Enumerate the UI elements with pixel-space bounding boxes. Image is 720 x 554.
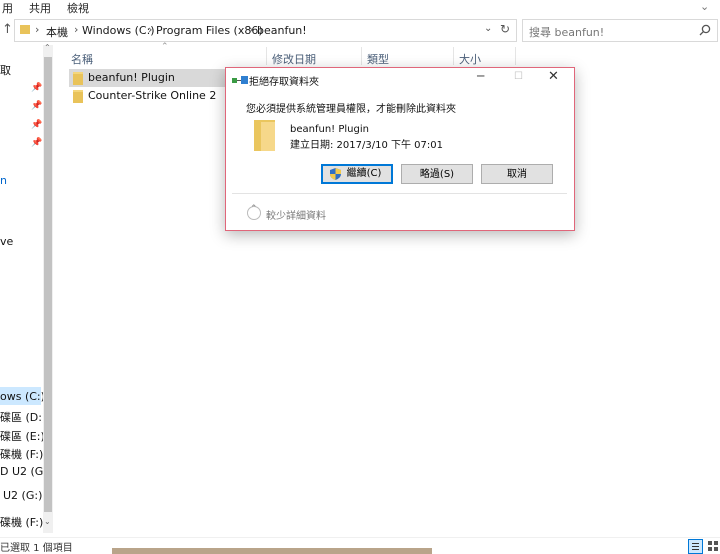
scroll-up-icon[interactable]: ⌃: [44, 43, 51, 52]
column-divider[interactable]: [453, 47, 454, 65]
file-name: Counter-Strike Online 2: [88, 89, 217, 102]
collapse-details-icon[interactable]: ⌃: [247, 204, 261, 220]
nav-item-drive-g-2[interactable]: U2 (G:): [3, 489, 42, 502]
folder-icon: [73, 72, 83, 85]
search-box[interactable]: 搜尋 beanfun!: [522, 19, 718, 42]
history-dropdown-icon[interactable]: ⌄: [484, 23, 492, 34]
breadcrumb-separator-icon: ›: [74, 23, 79, 36]
breadcrumb-separator-icon: ›: [35, 23, 40, 36]
nav-item-drive-f-2[interactable]: 碟機 (F:): [0, 514, 43, 530]
nav-item-onedrive[interactable]: ve: [0, 235, 13, 248]
breadcrumb-drive-c[interactable]: Windows (C:): [82, 24, 155, 37]
sort-ascending-icon: ⌃: [161, 42, 169, 52]
column-divider[interactable]: [515, 47, 516, 65]
ribbon-tab-view[interactable]: 檢視: [67, 0, 89, 16]
maximize-icon: ☐: [514, 71, 523, 82]
nav-item-quick-access[interactable]: 取: [0, 62, 11, 78]
address-bar[interactable]: › 本機 › Windows (C:) › Program Files (x86…: [14, 19, 517, 42]
column-divider[interactable]: [266, 47, 267, 65]
file-name: beanfun! Plugin: [88, 71, 175, 84]
uac-shield-icon: [330, 168, 341, 180]
column-header-name[interactable]: 名稱: [71, 51, 93, 67]
move-folder-icon: [232, 76, 248, 84]
dialog-divider: [232, 193, 567, 194]
close-icon[interactable]: ✕: [548, 69, 559, 84]
dialog-title: 拒絕存取資料夾: [249, 77, 319, 88]
nav-scrollbar-track[interactable]: ⌃ ⌄: [43, 43, 53, 533]
large-icons-view-icon[interactable]: [706, 539, 719, 552]
dialog-item-created: 建立日期: 2017/3/10 下午 07:01: [290, 140, 443, 151]
pin-icon[interactable]: 📌: [31, 138, 42, 148]
folder-icon: [20, 25, 30, 34]
breadcrumb-program-files[interactable]: Program Files (x86): [156, 24, 263, 37]
skip-button[interactable]: 略過(S): [401, 164, 473, 184]
ribbon-tab-file[interactable]: 用: [2, 0, 13, 16]
fewer-details-link[interactable]: 較少詳細資料: [266, 207, 326, 222]
folder-icon: [73, 90, 83, 103]
cancel-button[interactable]: 取消: [481, 164, 553, 184]
nav-item-drive-d[interactable]: 碟區 (D:): [0, 409, 46, 425]
details-view-icon[interactable]: [688, 539, 703, 554]
dialog-message: 您必須提供系統管理員權限，才能刪除此資料夾: [246, 104, 456, 115]
refresh-icon[interactable]: ↻: [500, 22, 510, 36]
nav-scrollbar-thumb[interactable]: [44, 57, 52, 512]
continue-button[interactable]: 繼續(C): [321, 164, 393, 184]
column-header-date[interactable]: 修改日期: [272, 51, 316, 67]
scroll-down-icon[interactable]: ⌄: [44, 517, 51, 526]
background-strip: [112, 548, 432, 554]
ribbon-collapse-icon[interactable]: ⌄: [700, 0, 709, 13]
column-header-type[interactable]: 類型: [367, 51, 389, 67]
dialog-item-name: beanfun! Plugin: [290, 124, 369, 135]
folder-icon: [254, 120, 275, 151]
skip-label: 略過(S): [419, 169, 455, 180]
column-header-size[interactable]: 大小: [459, 51, 481, 67]
pin-icon[interactable]: 📌: [31, 120, 42, 130]
nav-item-onedrive-fragment[interactable]: n: [0, 174, 7, 187]
minimize-icon[interactable]: ─: [477, 69, 484, 83]
pin-icon[interactable]: 📌: [31, 83, 42, 93]
cancel-label: 取消: [507, 169, 527, 180]
nav-item-drive-c[interactable]: ows (C:): [0, 390, 45, 403]
pin-icon[interactable]: 📌: [31, 101, 42, 111]
file-row-selected[interactable]: beanfun! Plugin: [69, 69, 229, 87]
column-divider[interactable]: [361, 47, 362, 65]
breadcrumb-this-pc[interactable]: 本機: [46, 24, 68, 40]
search-icon[interactable]: [699, 24, 711, 36]
nav-item-drive-f[interactable]: 碟機 (F:): [0, 446, 43, 462]
nav-item-drive-e[interactable]: 碟區 (E:): [0, 428, 45, 444]
breadcrumb-separator-icon: ›: [148, 23, 153, 36]
search-input[interactable]: 搜尋 beanfun!: [529, 24, 604, 40]
access-denied-dialog: 拒絕存取資料夾 ─ ☐ ✕ 您必須提供系統管理員權限，才能刪除此資料夾 bean…: [225, 67, 575, 231]
breadcrumb-beanfun[interactable]: beanfun!: [257, 24, 307, 37]
status-bar: 已選取 1 個項目: [0, 537, 720, 554]
file-row[interactable]: Counter-Strike Online 2: [69, 87, 229, 105]
up-arrow-icon[interactable]: ↑: [2, 22, 13, 37]
breadcrumb-separator-icon: ›: [249, 23, 254, 36]
ribbon-tab-share[interactable]: 共用: [29, 0, 51, 16]
status-text: 已選取 1 個項目: [0, 543, 73, 554]
continue-label: 繼續(C): [346, 168, 382, 179]
